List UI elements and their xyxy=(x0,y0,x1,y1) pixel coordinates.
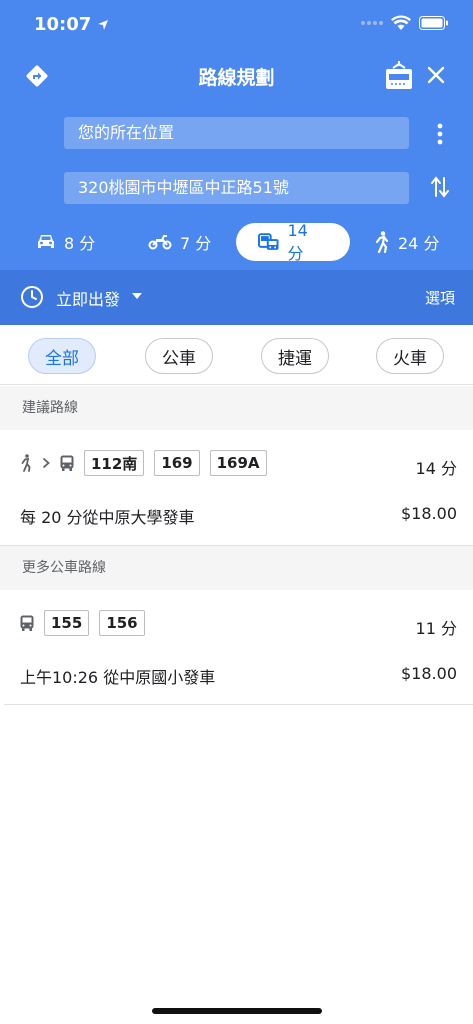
mode-motorcycle-tab[interactable]: 7 分 xyxy=(148,223,211,261)
bus-line-badge: 169 xyxy=(154,450,200,476)
transit-icon xyxy=(258,233,279,250)
route-duration: 14 分 xyxy=(415,459,457,478)
status-indicators xyxy=(361,15,449,31)
motorcycle-icon xyxy=(148,235,172,250)
filter-metro-chip[interactable]: 捷運 xyxy=(261,338,329,374)
mode-transit-tab[interactable]: 14 分 xyxy=(236,220,350,263)
travel-modes: 8 分 7 分 14 分 24 分 xyxy=(0,220,473,263)
status-time: 10:07 xyxy=(34,14,109,35)
route-description: 上午10:26 從中原國小發車 xyxy=(20,668,216,687)
mode-walk-time: 24 分 xyxy=(398,234,440,253)
depart-time-selector[interactable]: 立即出發 xyxy=(56,286,120,310)
section-suggested: 建議路線 xyxy=(0,386,473,430)
mode-car-time: 8 分 xyxy=(64,234,96,253)
battery-icon xyxy=(419,16,448,30)
route-duration: 11 分 xyxy=(415,619,457,638)
filter-all-chip[interactable]: 全部 xyxy=(28,338,96,374)
header: 10:07 路線規劃 您的所在位置 320桃園市中壢區中正路51號 8 分 7 … xyxy=(0,0,473,270)
bus-line-badge: 155 xyxy=(44,610,90,636)
home-indicator[interactable] xyxy=(152,1008,322,1014)
wifi-icon xyxy=(391,15,411,30)
mode-transit-time: 14 分 xyxy=(287,220,308,263)
chevron-right-icon xyxy=(42,457,50,469)
route-lines: 112南 169 169A xyxy=(20,450,267,476)
filter-train-chip[interactable]: 火車 xyxy=(376,338,444,374)
header-top-row: 路線規劃 xyxy=(0,55,473,97)
route-item[interactable]: 155 156 11 分 上午10:26 從中原國小發車 $18.00 xyxy=(4,590,473,705)
close-icon[interactable] xyxy=(424,63,448,87)
destination-field[interactable]: 320桃園市中壢區中正路51號 xyxy=(64,172,409,204)
location-arrow-icon xyxy=(98,19,109,30)
walk-icon xyxy=(375,231,389,253)
swap-icon[interactable] xyxy=(428,174,452,200)
car-icon xyxy=(38,235,54,248)
route-fare: $18.00 xyxy=(401,664,457,683)
clock-icon[interactable] xyxy=(20,285,44,309)
mode-car-tab[interactable]: 8 分 xyxy=(36,223,95,261)
more-vert-icon[interactable] xyxy=(430,121,450,147)
mode-walk-tab[interactable]: 24 分 xyxy=(374,223,439,261)
route-lines: 155 156 xyxy=(20,610,145,636)
chevron-down-icon[interactable] xyxy=(131,291,143,301)
mode-motorcycle-time: 7 分 xyxy=(180,234,212,253)
status-time-text: 10:07 xyxy=(34,14,92,35)
hotel-icon[interactable] xyxy=(384,59,414,91)
transit-filter-chips: 全部 公車 捷運 火車 xyxy=(0,325,473,385)
filter-bus-chip[interactable]: 公車 xyxy=(145,338,213,374)
bus-icon xyxy=(20,615,34,631)
bus-icon xyxy=(60,455,74,471)
route-fare: $18.00 xyxy=(401,504,457,523)
bus-line-badge: 156 xyxy=(99,610,145,636)
route-description: 每 20 分從中原大學發車 xyxy=(20,508,195,527)
walk-icon xyxy=(21,454,31,472)
bus-line-badge: 112南 xyxy=(84,450,145,476)
depart-bar: 立即出發 選項 xyxy=(0,270,473,325)
origin-field[interactable]: 您的所在位置 xyxy=(64,117,409,149)
status-bar: 10:07 xyxy=(0,0,473,50)
bus-line-badge: 169A xyxy=(209,450,267,476)
route-item[interactable]: 112南 169 169A 14 分 每 20 分從中原大學發車 $18.00 xyxy=(0,430,473,546)
section-more-bus: 更多公車路線 xyxy=(0,546,473,590)
signal-icon xyxy=(361,21,383,25)
options-button[interactable]: 選項 xyxy=(425,287,455,308)
